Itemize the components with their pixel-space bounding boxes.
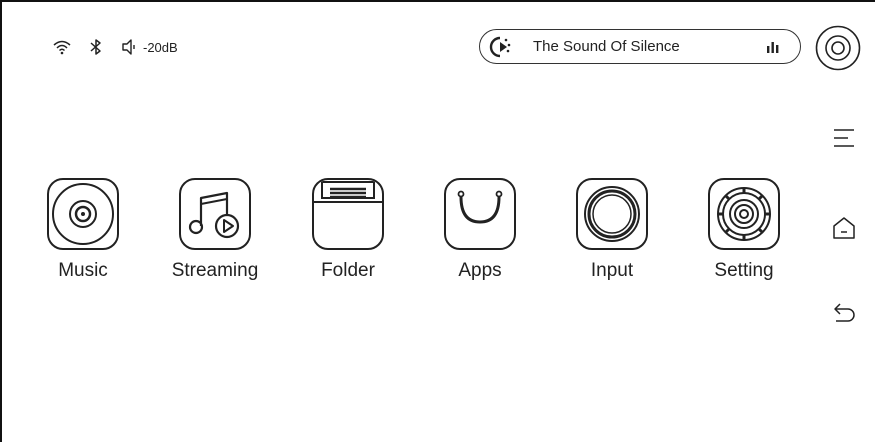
status-bar: -20dB xyxy=(52,36,178,58)
wifi-icon xyxy=(53,40,71,55)
app-label: Music xyxy=(58,260,108,281)
bluetooth-icon xyxy=(90,39,101,55)
app-folder[interactable]: Folder xyxy=(293,178,403,282)
gear-icon xyxy=(708,178,780,250)
home-icon[interactable] xyxy=(830,214,858,242)
vinyl-disc-icon xyxy=(47,178,119,250)
speaker-icon xyxy=(122,39,135,55)
app-setting[interactable]: Setting xyxy=(689,178,799,282)
disc-icon[interactable] xyxy=(815,25,861,71)
volume-text: -20dB xyxy=(143,39,178,55)
back-arrow-icon[interactable] xyxy=(830,298,858,326)
app-input[interactable]: Input xyxy=(557,178,667,282)
app-label: Streaming xyxy=(171,260,259,281)
now-playing-bar[interactable]: The Sound Of Silence xyxy=(479,29,801,64)
folder-icon xyxy=(312,178,384,250)
now-playing-title: The Sound Of Silence xyxy=(533,38,680,55)
menu-icon[interactable] xyxy=(830,124,858,152)
app-apps[interactable]: Apps xyxy=(425,178,535,282)
input-ring-icon xyxy=(576,178,648,250)
app-streaming[interactable]: Streaming xyxy=(160,178,270,282)
app-label: Apps xyxy=(458,260,502,281)
app-label: Folder xyxy=(321,260,375,281)
app-label: Setting xyxy=(714,260,774,281)
music-note-play-icon xyxy=(179,178,251,250)
equalizer-bars-icon xyxy=(767,41,779,53)
volume-indicator: -20dB xyxy=(120,37,178,57)
shopping-bag-icon xyxy=(444,178,516,250)
loading-spinner-icon xyxy=(489,36,511,57)
app-music[interactable]: Music xyxy=(28,178,138,282)
app-label: Input xyxy=(590,260,634,281)
